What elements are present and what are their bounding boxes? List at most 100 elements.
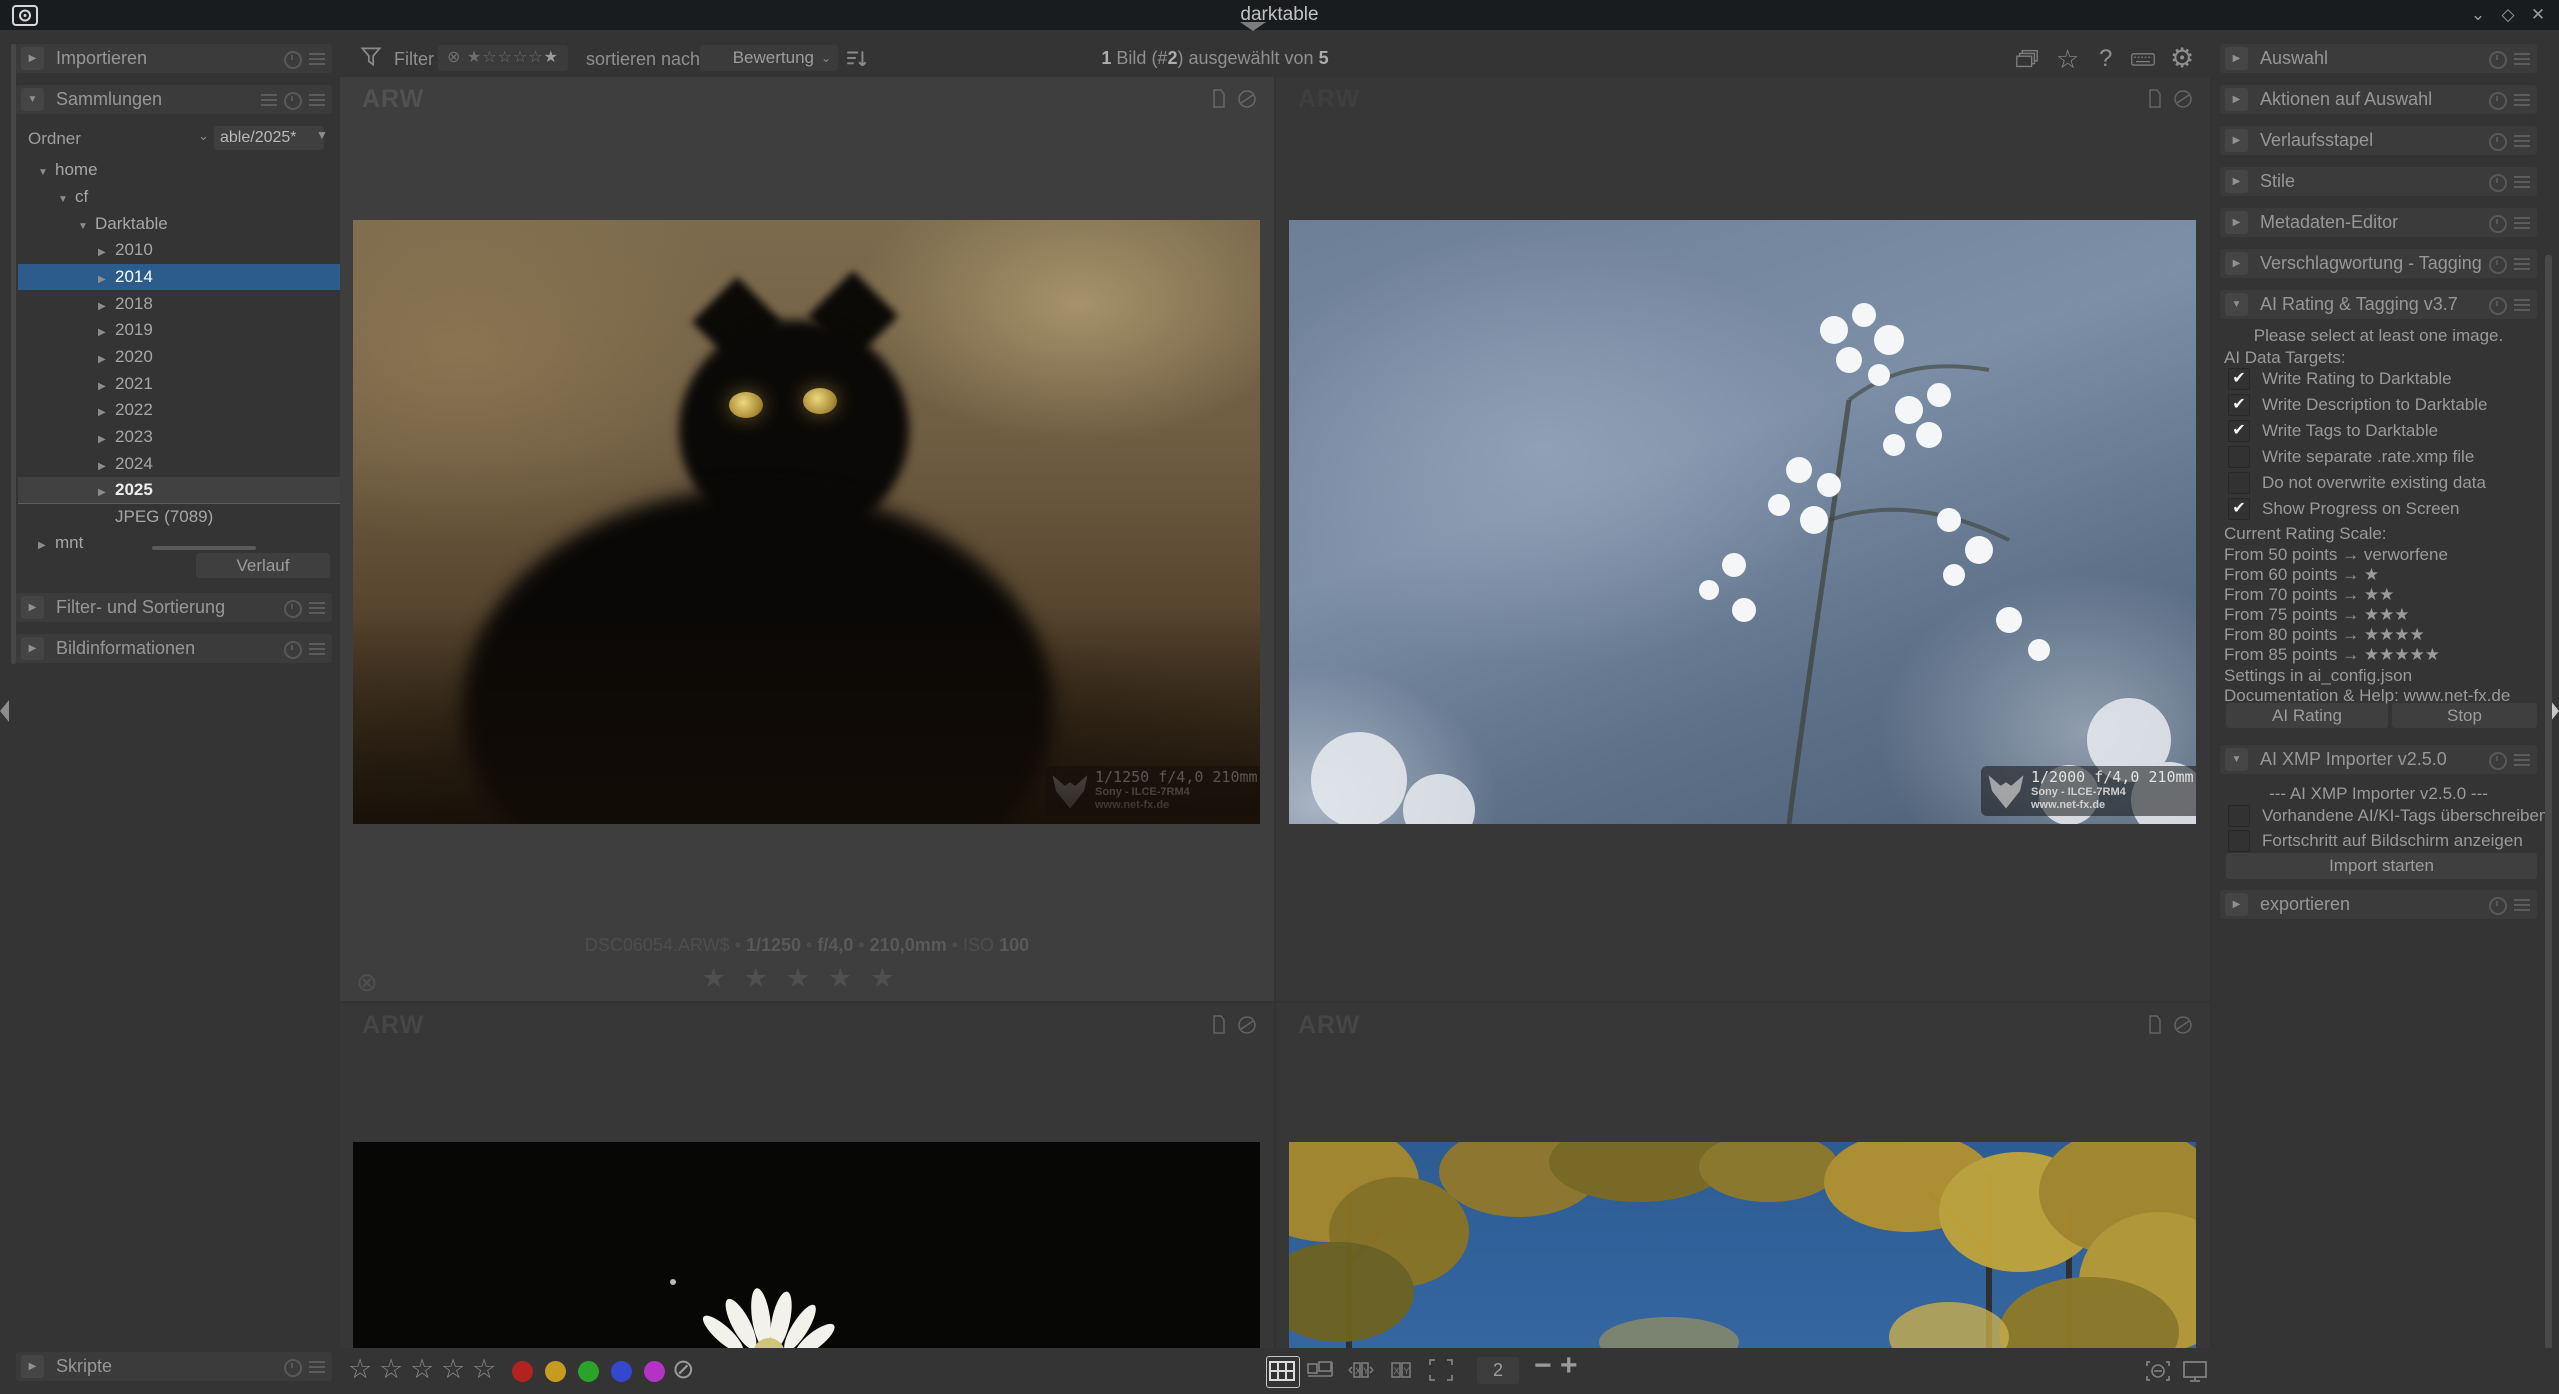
tree-item-darktable[interactable]: ▼ Darktable [18, 211, 390, 237]
color-label-yellow[interactable] [545, 1361, 566, 1382]
reset-icon[interactable] [284, 600, 302, 618]
reset-icon[interactable] [2489, 752, 2507, 770]
expand-right-icon[interactable]: ▶ [2225, 170, 2248, 193]
focus-peaking-icon[interactable] [2143, 1357, 2175, 1387]
color-label-blue[interactable] [611, 1361, 632, 1382]
checkbox-label[interactable]: Write separate .rate.xmp file [2262, 447, 2474, 467]
collapsed-icon[interactable]: ▶ [98, 427, 115, 453]
checkbox-write-description[interactable]: ✔ [2228, 394, 2250, 416]
expanded-icon[interactable]: ▼ [38, 160, 55, 186]
reset-icon[interactable] [2489, 133, 2507, 151]
minimize-button[interactable]: ⌄ [2465, 2, 2491, 28]
zoom-in-button[interactable]: + [1560, 1349, 1578, 1383]
view-zoomable-icon[interactable] [1306, 1356, 1338, 1386]
presets-icon[interactable] [309, 643, 325, 656]
checkbox-overwrite-ai-tags[interactable] [2228, 805, 2250, 827]
photo-daisy[interactable] [353, 1142, 1260, 1348]
panel-sammlungen[interactable]: ▼ Sammlungen [16, 85, 332, 114]
thumbnail-cell-1-selected[interactable]: ARW 1/1250 f/4,0 210mm IS Sony - ILCE-7R… [340, 77, 1274, 1001]
expand-right-icon[interactable]: ▶ [21, 1355, 44, 1378]
presets-icon[interactable] [2514, 135, 2530, 148]
color-label-green[interactable] [578, 1361, 599, 1382]
presets-icon[interactable] [2514, 217, 2530, 230]
close-button[interactable]: ✕ [2525, 2, 2551, 28]
zoom-out-button[interactable]: − [1534, 1349, 1552, 1383]
presets-icon[interactable] [2514, 94, 2530, 107]
photo-autumn-trees[interactable] [1289, 1142, 2196, 1348]
help-icon[interactable]: ? [2099, 45, 2112, 73]
checkbox-write-rating[interactable]: ✔ [2228, 368, 2250, 390]
presets-icon[interactable] [2514, 299, 2530, 312]
rating-stars[interactable]: ★★★★★ [701, 963, 912, 993]
rate-star-4[interactable]: ☆ [441, 1354, 465, 1385]
top-panel-expander[interactable] [1240, 22, 1266, 31]
panel-verschlagwortung[interactable]: ▶ Verschlagwortung - Tagging [2220, 249, 2537, 278]
collapsed-icon[interactable]: ▶ [98, 240, 115, 266]
thumbnail-cell-2[interactable]: ARW 1/2000 f/4,0 210mm Sony - ILCE-7RM4 … [1276, 77, 2210, 1001]
photo-black-cat[interactable]: 1/1250 f/4,0 210mm IS Sony - ILCE-7RM4 w… [353, 220, 1260, 824]
grouping-icon[interactable] [2014, 46, 2040, 72]
rate-star-1[interactable]: ☆ [348, 1354, 372, 1385]
collection-dropdown-button[interactable]: ▼ [316, 128, 328, 142]
collapse-down-icon[interactable]: ▼ [21, 88, 44, 111]
checkbox-label[interactable]: Write Rating to Darktable [2262, 369, 2452, 389]
history-button[interactable]: Verlauf [196, 553, 330, 578]
expand-right-icon[interactable]: ▶ [21, 596, 44, 619]
preferences-gear-icon[interactable]: ⚙ [2170, 43, 2194, 74]
presets-icon[interactable] [309, 94, 325, 107]
reset-icon[interactable] [284, 92, 302, 110]
rate-star-5[interactable]: ☆ [472, 1354, 496, 1385]
overlays-star-icon[interactable]: ☆ [2056, 44, 2079, 75]
tree-item-cf[interactable]: ▼ cf [18, 184, 370, 210]
expand-right-icon[interactable]: ▶ [2225, 211, 2248, 234]
checkbox-label[interactable]: Do not overwrite existing data [2262, 473, 2486, 493]
panel-stile[interactable]: ▶ Stile [2220, 167, 2537, 196]
expand-right-icon[interactable]: ▶ [21, 47, 44, 70]
expand-right-icon[interactable]: ▶ [2225, 893, 2248, 916]
ai-rating-button[interactable]: AI Rating [2226, 703, 2388, 728]
sort-icon[interactable] [261, 94, 277, 107]
presets-icon[interactable] [2514, 176, 2530, 189]
checkbox-show-progress[interactable]: ✔ [2228, 498, 2250, 520]
collection-property-select[interactable]: Ordner [28, 129, 81, 149]
expand-right-icon[interactable]: ▶ [2225, 88, 2248, 111]
left-panel-scrollbar[interactable] [11, 44, 16, 664]
expand-right-icon[interactable]: ▶ [21, 637, 44, 660]
panel-filter-sortierung[interactable]: ▶ Filter- und Sortierung [16, 593, 332, 622]
rate-star-2[interactable]: ☆ [379, 1354, 403, 1385]
tree-horizontal-scrollbar[interactable] [152, 546, 256, 550]
collapse-down-icon[interactable]: ▼ [2225, 293, 2248, 316]
checkbox-label[interactable]: Vorhandene AI/KI-Tags überschreiben [2262, 806, 2548, 826]
thumbnails-per-row-input[interactable]: 2 [1477, 1357, 1519, 1384]
right-panel-scrollbar[interactable] [2545, 255, 2552, 1378]
panel-verlaufsstapel[interactable]: ▶ Verlaufsstapel [2220, 126, 2537, 155]
expand-right-icon[interactable]: ▶ [2225, 129, 2248, 152]
checkbox-show-progress-xmp[interactable] [2228, 830, 2250, 852]
checkbox-separate-xmp[interactable] [2228, 446, 2250, 468]
presets-icon[interactable] [2514, 754, 2530, 767]
thumbnail-cell-3[interactable]: ARW [340, 1003, 1274, 1348]
collapsed-icon[interactable]: ▶ [98, 480, 115, 506]
checkbox-label[interactable]: Write Description to Darktable [2262, 395, 2488, 415]
panel-bildinformationen[interactable]: ▶ Bildinformationen [16, 634, 332, 663]
reset-icon[interactable] [2489, 297, 2507, 315]
checkbox-label[interactable]: Write Tags to Darktable [2262, 421, 2438, 441]
tree-item-home[interactable]: ▼ home [18, 157, 350, 183]
collapsed-icon[interactable]: ▶ [98, 347, 115, 373]
collapsed-icon[interactable]: ▶ [98, 267, 115, 293]
reset-icon[interactable] [284, 641, 302, 659]
stop-button[interactable]: Stop [2392, 703, 2537, 728]
import-start-button[interactable]: Import starten [2226, 853, 2537, 879]
shortcuts-keyboard-icon[interactable] [2130, 46, 2156, 72]
expanded-icon[interactable]: ▼ [58, 187, 75, 213]
clear-color-label-icon[interactable]: ⊘ [672, 1354, 695, 1385]
panel-exportieren[interactable]: ▶ exportieren [2220, 890, 2537, 919]
expand-right-icon[interactable]: ▶ [2225, 47, 2248, 70]
reset-icon[interactable] [284, 1359, 302, 1377]
presets-icon[interactable] [309, 53, 325, 66]
presets-icon[interactable] [2514, 899, 2530, 912]
reset-icon[interactable] [284, 51, 302, 69]
panel-ai-rating-tagging[interactable]: ▼ AI Rating & Tagging v3.7 [2220, 290, 2537, 319]
reject-icon[interactable]: ⊗ [356, 967, 378, 998]
color-label-red[interactable] [512, 1361, 533, 1382]
